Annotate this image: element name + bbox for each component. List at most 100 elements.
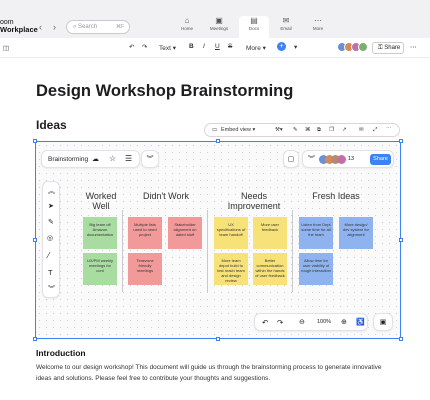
expand-participants-icon[interactable]: ︾	[308, 154, 315, 164]
undo-icon[interactable]: ↶	[262, 318, 268, 327]
docs-icon: ▤	[250, 16, 258, 25]
column-divider	[292, 210, 293, 292]
underline-icon[interactable]: U	[215, 43, 220, 50]
tab-docs-label: Docs	[248, 26, 260, 31]
insert-plus-icon[interactable]: +	[277, 42, 286, 51]
tab-home[interactable]: ⌂ Home	[172, 16, 202, 38]
embed-more-icon[interactable]: ⋯	[386, 126, 392, 132]
sticky-note[interactable]: Stakeholder alignment on dated stuff	[168, 217, 202, 249]
tab-email-label: Email	[280, 26, 292, 31]
tools-icon[interactable]: ⚒▾	[275, 127, 283, 133]
sticky-note[interactable]: Timezone friendly meetings	[128, 253, 162, 285]
link-icon[interactable]: ⌘	[305, 127, 311, 133]
sticky-note-text: Better communication within the hands of…	[255, 258, 285, 278]
more-tools-icon[interactable]: ︾	[48, 284, 55, 294]
pencil-icon[interactable]: ✎	[48, 218, 54, 226]
resize-handle[interactable]	[399, 238, 403, 242]
insert-dropdown-icon[interactable]: ▾	[294, 43, 297, 51]
undo-icon[interactable]: ↶	[129, 43, 134, 51]
duplicate-icon[interactable]: ❐	[329, 127, 334, 133]
copy-icon[interactable]: ⧉	[317, 127, 321, 134]
expand-icon[interactable]: ⤢	[373, 127, 377, 134]
text-style-dropdown[interactable]: Text ▾	[159, 44, 176, 52]
sticky-note-text: Stakeholder alignment on dated stuff	[173, 222, 197, 237]
collapse-tools-icon[interactable]: ︽	[48, 186, 55, 196]
bold-icon[interactable]: B	[189, 43, 194, 50]
chat-icon[interactable]: ▢	[283, 150, 299, 168]
strikethrough-icon[interactable]: S	[228, 43, 232, 50]
sticky-note[interactable]: Listen from Dept some time for all the t…	[299, 217, 333, 249]
collaborator-avatars[interactable]	[337, 42, 368, 53]
sticky-note-text: UX specifications of team handoff	[216, 222, 246, 237]
back-arrow-icon[interactable]: ‹	[39, 22, 42, 32]
sticky-note[interactable]: More user feedback	[253, 217, 287, 249]
share-label: Share	[384, 45, 401, 51]
resize-handle[interactable]	[33, 238, 37, 242]
app-brand: oom Workplace	[0, 19, 38, 33]
email-icon: ✉	[282, 16, 290, 25]
sticky-note[interactable]: UX specifications of team handoff	[214, 217, 248, 249]
redo-icon[interactable]: ↷	[277, 318, 283, 327]
resize-handle[interactable]	[216, 337, 220, 341]
more-format-label: More	[246, 45, 261, 52]
embed-toolbar: ▭ Embed view ▾ ⚒▾ ✎ ⌘ ⧉ ❐ ↗ ✉ ⤢ ⋯	[204, 123, 400, 137]
select-icon[interactable]: ➤	[48, 202, 54, 210]
section-heading: Ideas	[36, 118, 67, 132]
tab-more[interactable]: ⋯ More	[303, 16, 333, 38]
resize-handle[interactable]	[216, 139, 220, 143]
sticky-note[interactable]: Better communication within the hands of…	[253, 253, 287, 285]
resize-handle[interactable]	[399, 139, 403, 143]
resize-handle[interactable]	[33, 139, 37, 143]
accessibility-icon[interactable]: ♿	[356, 318, 365, 326]
italic-icon[interactable]: I	[203, 43, 205, 50]
sticky-note-text: More user feedback	[260, 222, 279, 232]
sticky-note[interactable]: Multiple lists used to need project	[128, 217, 162, 249]
participants-count: 13	[348, 156, 355, 162]
lock-icon: ⚿	[378, 45, 383, 51]
whiteboard-share-button[interactable]: Share	[370, 154, 391, 165]
sticky-note[interactable]: More team depot build to test reach team…	[214, 253, 248, 285]
sticky-note-text: Timezone friendly meetings	[136, 258, 154, 273]
text-icon[interactable]: T	[48, 268, 53, 277]
more-options-icon[interactable]: ⋯	[410, 43, 417, 51]
resize-handle[interactable]	[399, 337, 403, 341]
column-header-fresh-ideas: Fresh Ideas	[310, 191, 362, 201]
zoom-in-icon[interactable]: ⊕	[341, 318, 347, 326]
redo-icon[interactable]: ↷	[142, 43, 147, 51]
menu-icon[interactable]: ☰	[125, 154, 132, 163]
sticky-note-text: Listen from Dept some time for all the t…	[301, 222, 331, 237]
line-icon[interactable]: ⁄	[48, 251, 49, 260]
pen-icon[interactable]: ✎	[293, 127, 298, 133]
search-input[interactable]: ⌕ Search ⌘F	[66, 20, 130, 34]
introduction-text: Welcome to our design workshop! This doc…	[36, 364, 382, 382]
column-title: Fresh Ideas	[312, 191, 360, 201]
collapse-icon[interactable]: ︾	[141, 150, 159, 168]
shapes-icon[interactable]: ◎	[47, 234, 53, 242]
zoom-controls: ↶ ↷ ⊖ 100% ⊕ ♿	[254, 313, 368, 331]
zoom-out-icon[interactable]: ⊖	[299, 318, 305, 326]
column-divider	[207, 210, 208, 292]
open-external-icon[interactable]: ↗	[342, 127, 347, 133]
resize-handle[interactable]	[33, 337, 37, 341]
sticky-note[interactable]: Big team off Amazon documentation	[83, 217, 117, 249]
sticky-note[interactable]: More design/ dev system for alignment	[339, 217, 373, 249]
tab-docs[interactable]: ▤ Docs	[239, 16, 269, 38]
tab-email[interactable]: ✉ Email	[271, 16, 301, 38]
sticky-note[interactable]: UX/PM weekly meetings for cont	[83, 253, 117, 285]
column-title: Didn't Work	[142, 191, 190, 201]
comment-icon[interactable]: ✉	[359, 127, 364, 133]
sidebar-toggle-icon[interactable]: ◫	[3, 44, 9, 52]
share-button[interactable]: ⚿ Share	[372, 42, 404, 54]
sticky-note-text: More team depot build to test reach team…	[217, 258, 245, 283]
zoom-level[interactable]: 100%	[317, 319, 331, 325]
forward-arrow-icon[interactable]: ›	[53, 22, 56, 32]
tab-meetings[interactable]: ▣ Meetings	[204, 16, 234, 38]
more-format-dropdown[interactable]: More ▾	[246, 44, 266, 52]
search-shortcut: ⌘F	[115, 24, 124, 30]
whiteboard-name[interactable]: Brainstorming	[48, 156, 88, 163]
star-icon[interactable]: ☆	[109, 154, 116, 163]
sticky-note[interactable]: Allow time for user viability of rough i…	[299, 253, 333, 285]
minimap-icon[interactable]: ▣	[373, 313, 393, 331]
whiteboard-share-bar: ︾ 13 Share	[302, 150, 394, 168]
embed-view-dropdown[interactable]: Embed view ▾	[221, 127, 255, 133]
